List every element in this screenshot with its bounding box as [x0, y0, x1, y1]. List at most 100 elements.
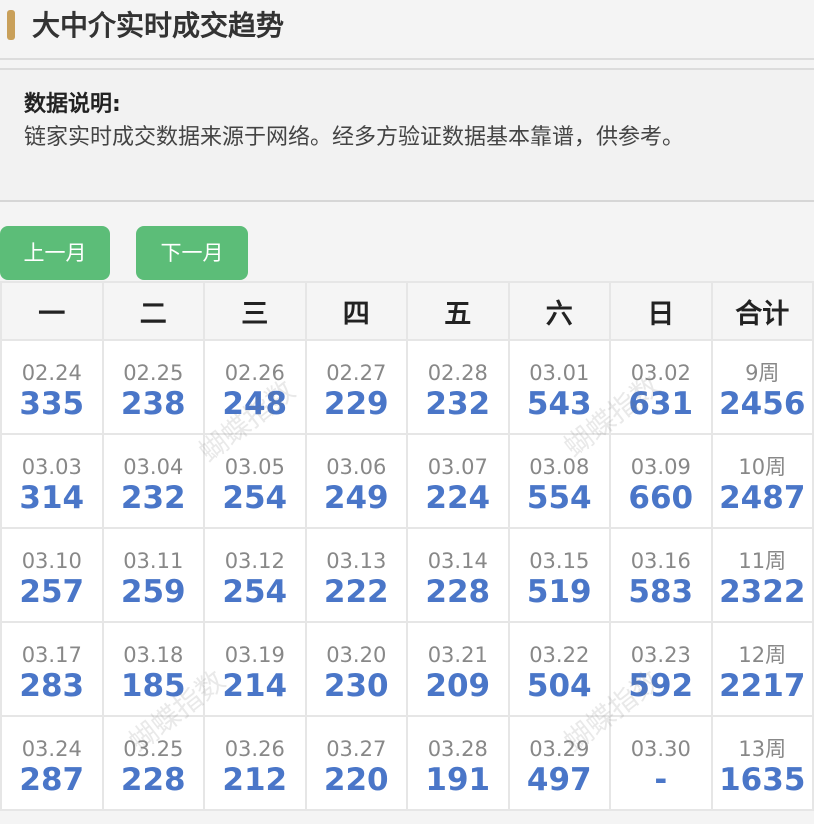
- day-cell-wed[interactable]: 02.26 248: [203, 339, 307, 435]
- day-cell-sun[interactable]: 03.02 631: [609, 339, 713, 435]
- day-deal-count: 214: [222, 668, 288, 704]
- day-cell-tue[interactable]: 03.04 232: [101, 433, 205, 529]
- day-deal-count: 229: [323, 386, 389, 422]
- title-accent-bar: [7, 10, 15, 40]
- weekday-header-wed: 三: [203, 281, 307, 341]
- day-deal-count: 220: [323, 762, 389, 798]
- day-date: 03.06: [326, 455, 387, 479]
- day-date: 03.15: [529, 549, 590, 573]
- day-deal-count: 519: [526, 574, 592, 610]
- week-total-cell: 10周 2487: [710, 433, 814, 529]
- calendar-week-row: 02.24 335 02.25 238 02.26 248 02.27 229 02.28 232…: [0, 339, 814, 435]
- day-deal-count: 191: [425, 762, 491, 798]
- day-deal-count: -: [654, 762, 668, 798]
- day-cell-sat[interactable]: 03.08 554: [507, 433, 611, 529]
- day-deal-count: 185: [120, 668, 186, 704]
- day-cell-sat[interactable]: 03.15 519: [507, 527, 611, 623]
- day-cell-thu[interactable]: 03.06 249: [304, 433, 408, 529]
- day-cell-wed[interactable]: 03.26 212: [203, 715, 307, 811]
- day-deal-count: 232: [425, 386, 491, 422]
- week-label: 10周: [738, 455, 787, 479]
- day-date: 03.28: [427, 737, 488, 761]
- day-cell-wed[interactable]: 03.12 254: [203, 527, 307, 623]
- day-cell-mon[interactable]: 03.17 283: [0, 621, 104, 717]
- day-deal-count: 257: [19, 574, 85, 610]
- day-cell-wed[interactable]: 03.19 214: [203, 621, 307, 717]
- day-cell-mon[interactable]: 03.03 314: [0, 433, 104, 529]
- day-date: 03.26: [224, 737, 285, 761]
- day-cell-fri[interactable]: 03.21 209: [406, 621, 510, 717]
- day-date: 02.26: [224, 361, 285, 385]
- day-cell-tue[interactable]: 03.11 259: [101, 527, 205, 623]
- day-cell-fri[interactable]: 02.28 232: [406, 339, 510, 435]
- day-date: 03.13: [326, 549, 387, 573]
- day-date: 03.05: [224, 455, 285, 479]
- week-total-cell: 12周 2217: [710, 621, 814, 717]
- day-date: 03.23: [630, 643, 691, 667]
- weekday-header-sun: 日: [609, 281, 713, 341]
- day-date: 03.21: [427, 643, 488, 667]
- week-total-value: 2456: [719, 386, 806, 422]
- day-date: 03.30: [630, 737, 691, 761]
- day-deal-count: 212: [222, 762, 288, 798]
- day-deal-count: 238: [120, 386, 186, 422]
- weekday-header-thu: 四: [304, 281, 408, 341]
- day-cell-sun[interactable]: 03.09 660: [609, 433, 713, 529]
- day-cell-thu[interactable]: 03.13 222: [304, 527, 408, 623]
- day-cell-tue[interactable]: 03.25 228: [101, 715, 205, 811]
- day-date: 03.04: [123, 455, 184, 479]
- day-date: 03.22: [529, 643, 590, 667]
- day-cell-fri[interactable]: 03.14 228: [406, 527, 510, 623]
- week-label: 9周: [745, 361, 780, 385]
- week-total-cell: 11周 2322: [710, 527, 814, 623]
- day-date: 03.03: [21, 455, 82, 479]
- day-deal-count: 583: [628, 574, 694, 610]
- calendar-week-row: 03.03 314 03.04 232 03.05 254 03.06 249 03.07 224…: [0, 433, 814, 529]
- day-deal-count: 209: [425, 668, 491, 704]
- day-deal-count: 222: [323, 574, 389, 610]
- day-deal-count: 660: [628, 480, 694, 516]
- day-cell-tue[interactable]: 03.18 185: [101, 621, 205, 717]
- day-cell-fri[interactable]: 03.07 224: [406, 433, 510, 529]
- day-date: 03.01: [529, 361, 590, 385]
- day-date: 03.18: [123, 643, 184, 667]
- day-cell-mon[interactable]: 03.24 287: [0, 715, 104, 811]
- day-date: 03.14: [427, 549, 488, 573]
- day-cell-tue[interactable]: 02.25 238: [101, 339, 205, 435]
- day-date: 03.09: [630, 455, 691, 479]
- day-cell-wed[interactable]: 03.05 254: [203, 433, 307, 529]
- page-header: 大中介实时成交趋势: [0, 0, 814, 60]
- week-total-value: 2487: [719, 480, 806, 516]
- weekday-header-sat: 六: [507, 281, 611, 341]
- day-date: 03.29: [529, 737, 590, 761]
- week-total-value: 1635: [719, 762, 806, 798]
- day-date: 03.24: [21, 737, 82, 761]
- day-cell-sat[interactable]: 03.01 543: [507, 339, 611, 435]
- next-month-button[interactable]: 下一月: [136, 226, 248, 280]
- day-cell-thu[interactable]: 03.27 220: [304, 715, 408, 811]
- weekday-header-fri: 五: [406, 281, 510, 341]
- day-deal-count: 228: [425, 574, 491, 610]
- day-date: 02.27: [326, 361, 387, 385]
- prev-month-button[interactable]: 上一月: [0, 226, 110, 280]
- day-cell-mon[interactable]: 03.10 257: [0, 527, 104, 623]
- week-total-cell: 13周 1635: [710, 715, 814, 811]
- week-total-cell: 9周 2456: [710, 339, 814, 435]
- day-cell-thu[interactable]: 02.27 229: [304, 339, 408, 435]
- day-cell-fri[interactable]: 03.28 191: [406, 715, 510, 811]
- day-cell-thu[interactable]: 03.20 230: [304, 621, 408, 717]
- day-deal-count: 314: [19, 480, 85, 516]
- day-deal-count: 228: [120, 762, 186, 798]
- day-cell-sun[interactable]: 03.16 583: [609, 527, 713, 623]
- day-cell-mon[interactable]: 02.24 335: [0, 339, 104, 435]
- day-cell-sun[interactable]: 03.30-: [609, 715, 713, 811]
- week-total-header: 合计: [710, 281, 814, 341]
- data-note-label: 数据说明:: [24, 92, 121, 117]
- day-cell-sat[interactable]: 03.22 504: [507, 621, 611, 717]
- calendar-week-row: 03.24 287 03.25 228 03.26 212 03.27 220 03.28 191…: [0, 715, 814, 811]
- day-cell-sat[interactable]: 03.29 497: [507, 715, 611, 811]
- calendar-header-row: 一 二 三 四 五 六 日 合计: [0, 281, 814, 341]
- day-deal-count: 224: [425, 480, 491, 516]
- day-date: 03.25: [123, 737, 184, 761]
- day-cell-sun[interactable]: 03.23 592: [609, 621, 713, 717]
